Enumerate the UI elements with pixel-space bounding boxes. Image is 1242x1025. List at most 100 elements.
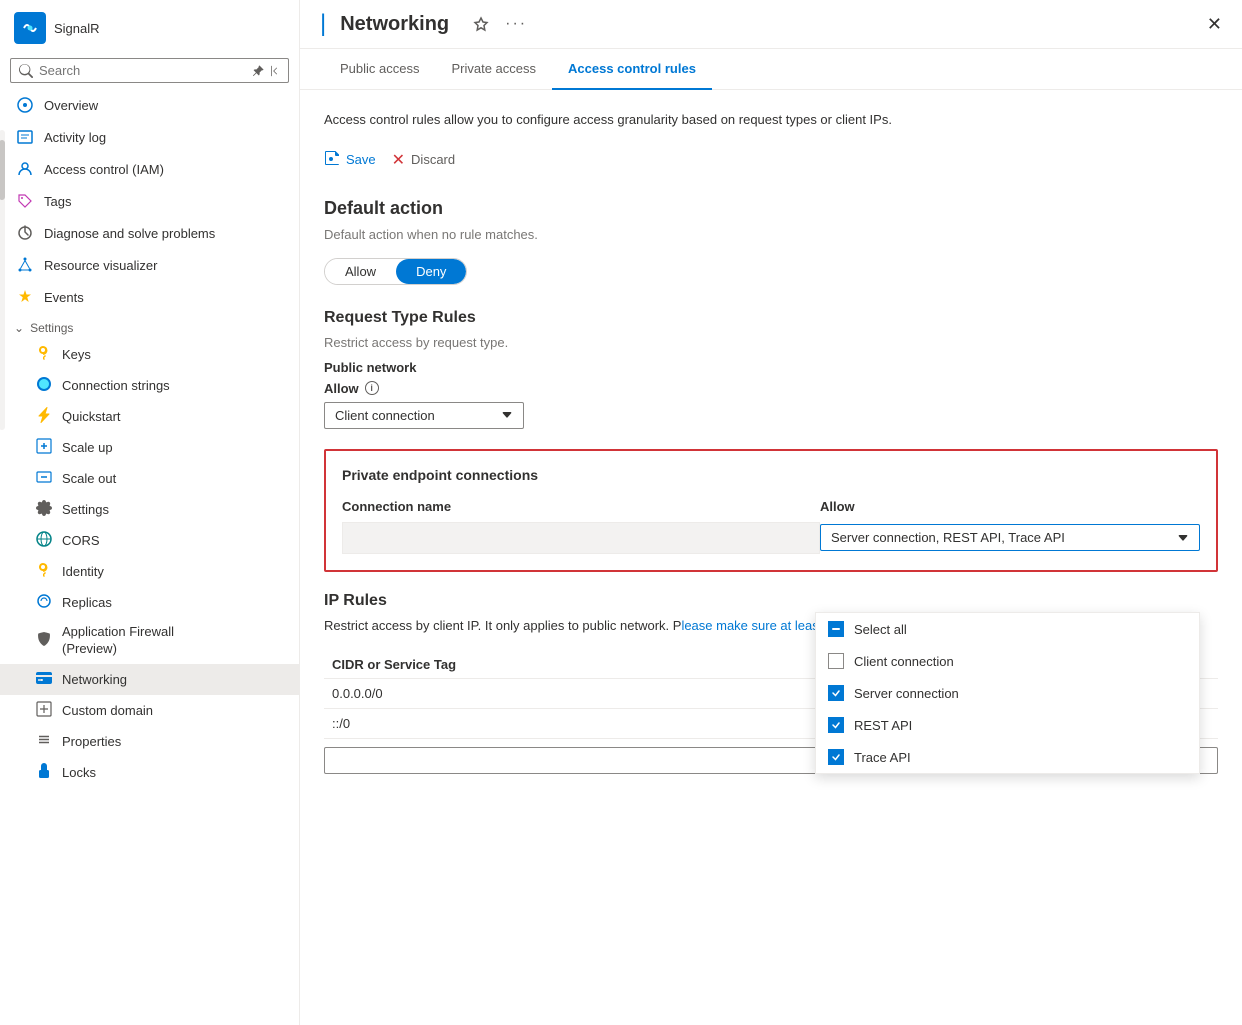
- quickstart-label: Quickstart: [62, 409, 121, 424]
- client-connection-item[interactable]: Client connection: [816, 645, 1199, 677]
- collapse-icon[interactable]: [268, 65, 280, 77]
- pe-connection-name-cell: [342, 522, 820, 554]
- trace-api-item[interactable]: Trace API: [816, 741, 1199, 773]
- sidebar-item-access-control[interactable]: Access control (IAM): [0, 153, 299, 185]
- request-type-rules-title: Request Type Rules: [324, 309, 1218, 327]
- main-content: | Networking ··· ✕ Public access Private…: [300, 0, 1242, 1025]
- info-icon[interactable]: i: [365, 381, 379, 395]
- sidebar-item-tags[interactable]: Tags: [0, 185, 299, 217]
- connection-strings-label: Connection strings: [62, 378, 170, 393]
- content-area: Access control rules allow you to config…: [300, 90, 1242, 1025]
- tab-public-access[interactable]: Public access: [324, 49, 435, 90]
- sidebar-item-overview[interactable]: Overview: [0, 89, 299, 121]
- server-connection-item[interactable]: Server connection: [816, 677, 1199, 709]
- allow-info-label: Allow i: [324, 381, 1218, 396]
- top-bar-actions: ···: [469, 11, 531, 37]
- replicas-label: Replicas: [62, 595, 112, 610]
- toolbar: Save ✕ Discard: [324, 146, 1218, 174]
- sidebar-item-custom-domain[interactable]: Custom domain: [0, 695, 299, 726]
- scrollbar-thumb[interactable]: [0, 140, 5, 200]
- pe-table-header: Connection name Allow: [342, 495, 1200, 522]
- app-icon: [14, 12, 46, 44]
- more-button[interactable]: ···: [501, 11, 531, 37]
- sidebar-item-properties[interactable]: Properties: [0, 726, 299, 757]
- scrollbar-track[interactable]: [0, 130, 5, 430]
- diagnose-label: Diagnose and solve problems: [44, 226, 215, 241]
- select-all-checkbox[interactable]: [828, 621, 844, 637]
- pe-allow-dropdown[interactable]: Server connection, REST API, Trace API: [820, 524, 1200, 551]
- access-control-icon: [16, 160, 34, 178]
- close-button[interactable]: ✕: [1207, 14, 1222, 35]
- tab-private-access[interactable]: Private access: [435, 49, 552, 90]
- pe-dropdown-chevron: [1177, 532, 1189, 544]
- app-firewall-label: Application Firewall(Preview): [62, 624, 174, 658]
- favorite-button[interactable]: [469, 12, 493, 36]
- access-control-label: Access control (IAM): [44, 162, 164, 177]
- select-all-item[interactable]: Select all: [816, 613, 1199, 645]
- sidebar-item-identity[interactable]: Identity: [0, 556, 299, 587]
- sidebar-item-networking[interactable]: Networking: [0, 664, 299, 695]
- private-endpoint-title: Private endpoint connections: [342, 467, 1200, 483]
- connection-strings-icon: [36, 376, 52, 395]
- sidebar-item-app-firewall[interactable]: Application Firewall(Preview): [0, 618, 299, 664]
- tab-access-control-rules[interactable]: Access control rules: [552, 49, 712, 90]
- sidebar-item-keys[interactable]: Keys: [0, 339, 299, 370]
- deny-option[interactable]: Deny: [396, 259, 466, 284]
- sidebar-item-settings[interactable]: Settings: [0, 494, 299, 525]
- page-title: Networking: [340, 13, 449, 36]
- sidebar-item-diagnose[interactable]: Diagnose and solve problems: [0, 217, 299, 249]
- sidebar-item-replicas[interactable]: Replicas: [0, 587, 299, 618]
- pin-icon[interactable]: [252, 65, 264, 77]
- activity-log-icon: [16, 128, 34, 146]
- app-name: SignalR: [54, 21, 100, 36]
- allow-option[interactable]: Allow: [325, 259, 396, 284]
- sidebar-item-resource-visualizer[interactable]: Resource visualizer: [0, 249, 299, 281]
- allow-deny-toggle: Allow Deny: [324, 258, 467, 285]
- app-firewall-icon: [36, 631, 52, 650]
- col-allow: Allow: [820, 499, 1200, 514]
- replicas-icon: [36, 593, 52, 612]
- sidebar: SignalR Overview Activity log: [0, 0, 300, 1025]
- identity-icon: [36, 562, 52, 581]
- sidebar-item-activity-log[interactable]: Activity log: [0, 121, 299, 153]
- identity-label: Identity: [62, 564, 104, 579]
- public-network-label: Public network: [324, 360, 1218, 375]
- sidebar-item-scale-out[interactable]: Scale out: [0, 463, 299, 494]
- trace-api-checkbox[interactable]: [828, 749, 844, 765]
- settings-section[interactable]: ⌄ Settings: [0, 313, 299, 339]
- save-icon: [324, 150, 340, 169]
- discard-button[interactable]: ✕ Discard: [392, 146, 455, 174]
- sidebar-item-connection-strings[interactable]: Connection strings: [0, 370, 299, 401]
- search-box[interactable]: [10, 58, 289, 83]
- ip-rules-title: IP Rules: [324, 592, 1218, 610]
- sidebar-item-locks[interactable]: Locks: [0, 757, 299, 788]
- rest-api-item[interactable]: REST API: [816, 709, 1199, 741]
- client-connection-checkbox[interactable]: [828, 653, 844, 669]
- tags-label: Tags: [44, 194, 71, 209]
- ip-cidr-cell-1: 0.0.0.0/0: [324, 679, 850, 709]
- server-connection-checkbox[interactable]: [828, 685, 844, 701]
- rest-api-checkbox[interactable]: [828, 717, 844, 733]
- custom-domain-label: Custom domain: [62, 703, 153, 718]
- dropdown-chevron-icon: [501, 409, 513, 421]
- sidebar-item-events[interactable]: Events: [0, 281, 299, 313]
- save-button[interactable]: Save: [324, 146, 376, 173]
- sidebar-item-quickstart[interactable]: Quickstart: [0, 401, 299, 432]
- page-content: Access control rules allow you to config…: [300, 90, 1242, 794]
- col-cidr: CIDR or Service Tag: [324, 651, 850, 679]
- locks-label: Locks: [62, 765, 96, 780]
- search-input[interactable]: [39, 63, 246, 78]
- public-network-dropdown[interactable]: Client connection: [324, 402, 524, 429]
- sidebar-item-cors[interactable]: CORS: [0, 525, 299, 556]
- keys-label: Keys: [62, 347, 91, 362]
- settings-icon: [36, 500, 52, 519]
- ip-cidr-cell-2: ::/0: [324, 709, 850, 739]
- pe-dropdown-popup: Select all Client connection: [815, 612, 1200, 774]
- search-icon: [19, 64, 33, 78]
- resource-visualizer-icon: [16, 256, 34, 274]
- pe-allow-cell: Server connection, REST API, Trace API S…: [820, 524, 1200, 551]
- sidebar-item-scale-up[interactable]: Scale up: [0, 432, 299, 463]
- tags-icon: [16, 192, 34, 210]
- diagnose-icon: [16, 224, 34, 242]
- pe-table: Connection name Allow Server connection,…: [342, 495, 1200, 554]
